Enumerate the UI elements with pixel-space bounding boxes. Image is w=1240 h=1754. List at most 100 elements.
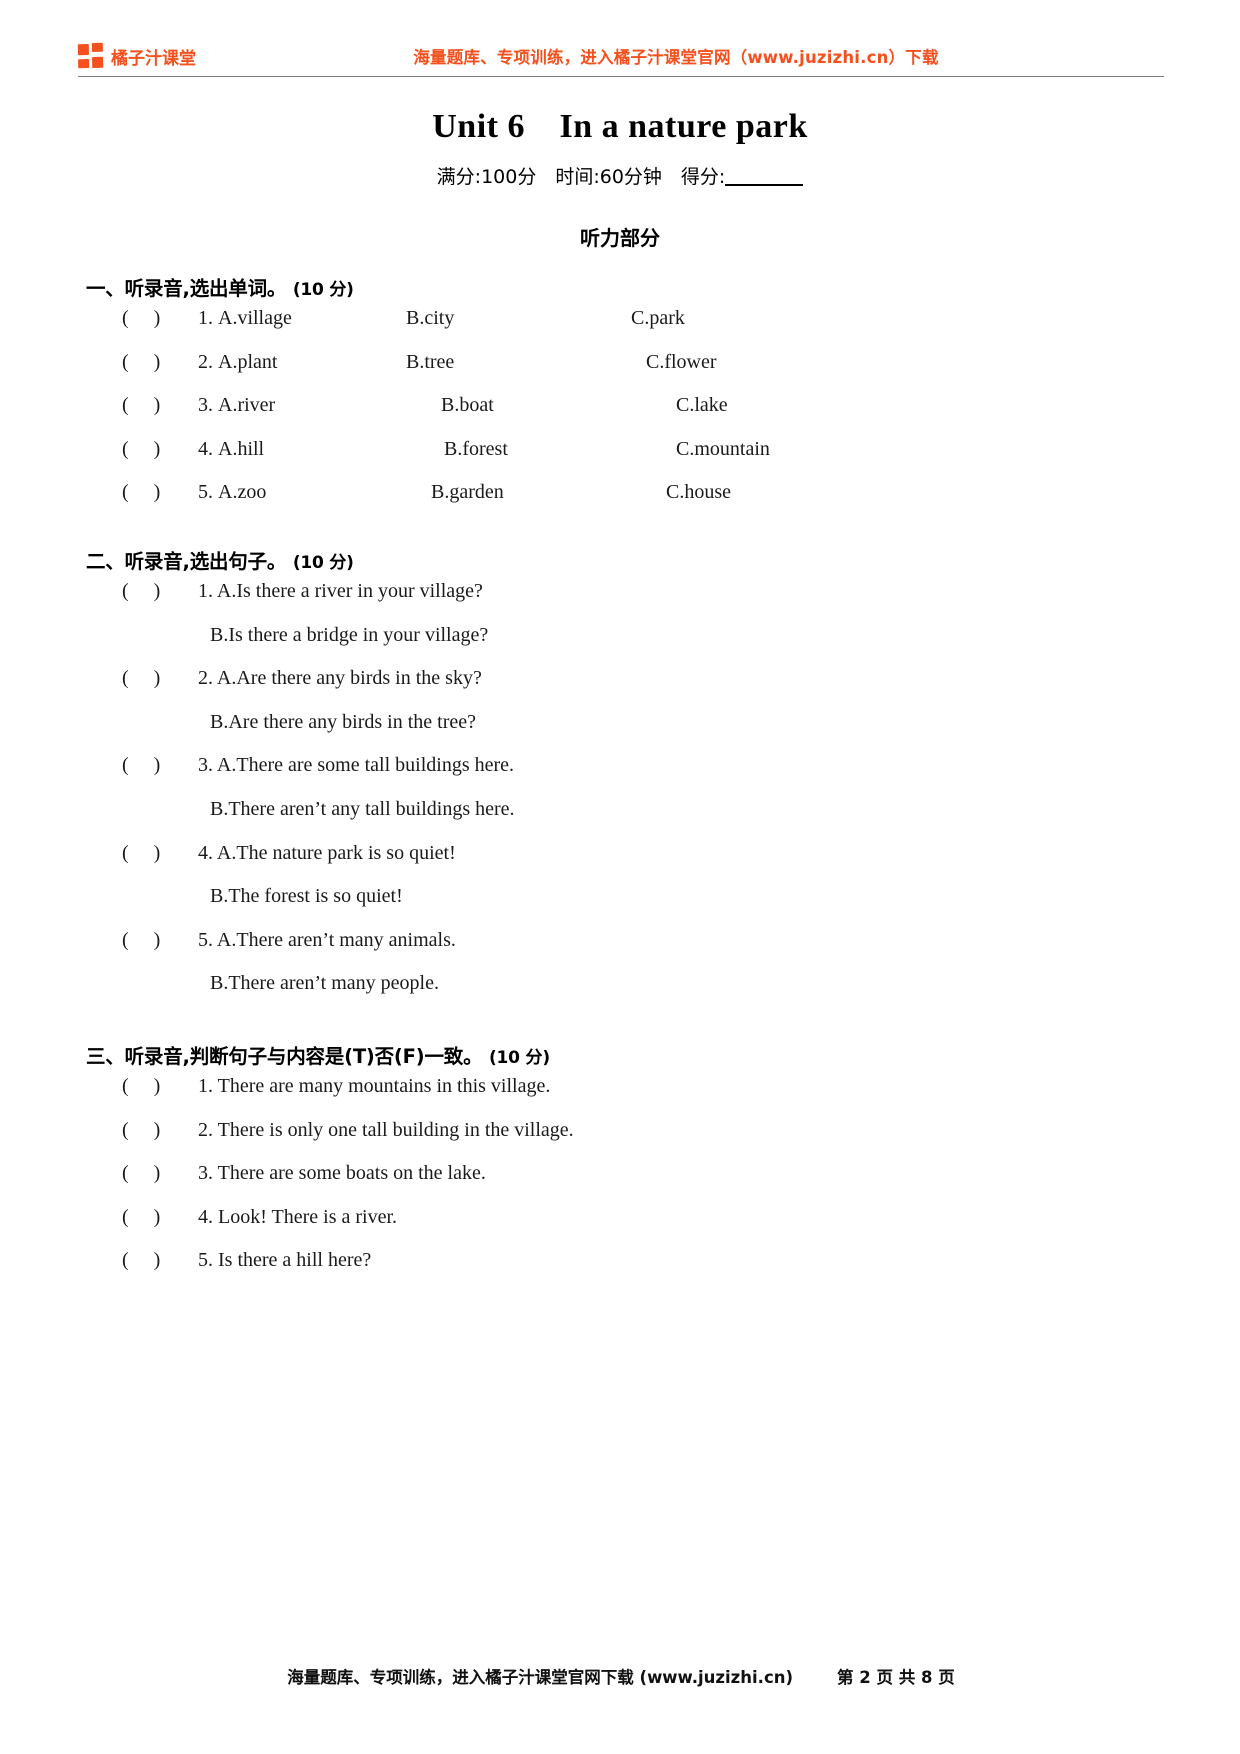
option-b[interactable]: B.forest	[444, 438, 508, 461]
answer-bracket[interactable]: ( )	[122, 929, 198, 952]
answer-bracket[interactable]: ( )	[122, 307, 198, 330]
option-b[interactable]: B.city	[406, 307, 454, 330]
option-b[interactable]: B.There aren’t any tall buildings here.	[210, 798, 515, 820]
question-row: ( ) 5. A.zoo B.garden C.house	[86, 481, 1156, 525]
statement-text: There is only one tall building in the v…	[217, 1118, 574, 1141]
section-heading: 二、听录音,选出句子。 (10 分)	[86, 545, 1156, 574]
statement-text: There are some boats on the lake.	[217, 1162, 486, 1185]
question-number: 1.	[198, 307, 213, 329]
exercise-content: 一、听录音,选出单词。 (10 分)( ) 1. A.village B.city C…	[86, 272, 1156, 1293]
answer-bracket[interactable]: ( )	[122, 754, 198, 777]
question-number: 3.	[198, 1162, 213, 1185]
section-score: (10 分)	[292, 280, 354, 300]
question-number: 2.	[198, 350, 213, 373]
answer-bracket[interactable]: ( )	[122, 667, 198, 690]
option-b[interactable]: B.The forest is so quiet!	[210, 885, 403, 907]
question-row: ( ) 3. There are some boats on the lake.	[86, 1162, 1156, 1206]
page-header: 橘子汁课堂 海量题库、专项训练，进入橘子汁课堂官网（www.juzizhi.cn…	[77, 30, 1162, 82]
section-heading: 一、听录音,选出单词。 (10 分)	[86, 272, 1156, 301]
section-heading-text: 三、听录音,判断句子与内容是(T)否(F)一致。	[86, 1044, 483, 1068]
header-divider	[78, 76, 1164, 77]
answer-bracket[interactable]: ( )	[122, 351, 198, 374]
option-a[interactable]: A.river	[218, 394, 275, 417]
option-a[interactable]: A.There aren’t many animals.	[217, 929, 456, 951]
option-a[interactable]: A.hill	[218, 438, 264, 461]
part-title: 听力部分	[580, 226, 660, 250]
statement-text: Is there a hill here?	[218, 1249, 372, 1272]
worksheet-page: 橘子汁课堂 海量题库、专项训练，进入橘子汁课堂官网（www.juzizhi.cn…	[0, 0, 1240, 1754]
question-row: ( ) 3. A.river B.boat C.lake	[86, 394, 1156, 438]
option-b[interactable]: B.boat	[441, 394, 494, 417]
answer-bracket[interactable]: ( )	[122, 580, 198, 603]
brand: 橘子汁课堂	[77, 42, 196, 69]
option-a[interactable]: A.village	[218, 307, 292, 330]
option-a[interactable]: A.The nature park is so quiet!	[217, 842, 456, 864]
brand-name: 橘子汁课堂	[111, 48, 196, 69]
section-heading-text: 二、听录音,选出句子。	[86, 549, 287, 573]
score-blank	[725, 184, 804, 186]
question-number: 5.	[198, 928, 213, 951]
question-number: 1.	[198, 1074, 213, 1097]
answer-bracket[interactable]: ( )	[122, 1249, 198, 1272]
option-c[interactable]: C.lake	[676, 394, 728, 417]
answer-bracket[interactable]: ( )	[122, 1075, 198, 1098]
answer-bracket[interactable]: ( )	[122, 1162, 198, 1185]
section-heading-text: 一、听录音,选出单词。	[86, 277, 287, 300]
option-a[interactable]: A.zoo	[218, 481, 266, 504]
section-score: (10 分)	[488, 1047, 550, 1068]
grid-squares-logo-icon	[77, 42, 104, 69]
question-number: 4.	[198, 841, 213, 864]
statement-text: Look! There is a river.	[218, 1205, 398, 1228]
question-row: ( ) 3. A.There are some tall buildings he…	[86, 754, 1156, 798]
question-number: 2.	[198, 1118, 213, 1141]
question-row: ( ) 4. A.hill B.forest C.mountain	[86, 438, 1156, 482]
option-a[interactable]: A.plant	[218, 351, 277, 374]
section-heading: 三、听录音,判断句子与内容是(T)否(F)一致。 (10 分)	[86, 1040, 1156, 1069]
option-b-row: B.There aren’t many people.	[86, 972, 1156, 1016]
question-row: ( ) 2. There is only one tall building in…	[86, 1119, 1156, 1163]
option-a[interactable]: A.There are some tall buildings here.	[217, 754, 514, 776]
option-b-row: B.There aren’t any tall buildings here.	[86, 798, 1156, 842]
option-c[interactable]: C.mountain	[676, 438, 770, 461]
answer-bracket[interactable]: ( )	[122, 1119, 198, 1142]
answer-bracket[interactable]: ( )	[122, 481, 198, 504]
option-a[interactable]: A.Are there any birds in the sky?	[217, 667, 482, 689]
header-promo-text: 海量题库、专项训练，进入橘子汁课堂官网（www.juzizhi.cn）下载	[413, 48, 939, 67]
option-b[interactable]: B.garden	[431, 481, 504, 504]
option-b-row: B.Is there a bridge in your village?	[86, 624, 1156, 668]
page-number: 第 2 页 共 8 页	[837, 1668, 955, 1687]
question-list: ( ) 1. There are many mountains in this v…	[86, 1075, 1156, 1293]
question-number: 3.	[198, 754, 213, 777]
option-b[interactable]: B.Are there any birds in the tree?	[210, 711, 476, 733]
option-c[interactable]: C.park	[631, 307, 685, 330]
answer-bracket[interactable]: ( )	[122, 394, 198, 417]
question-number: 4.	[198, 437, 213, 460]
option-b[interactable]: B.There aren’t many people.	[210, 972, 439, 994]
section-1: 一、听录音,选出单词。 (10 分)( ) 1. A.village B.city C…	[86, 272, 1156, 525]
page-title: Unit 6 In a nature park	[432, 108, 808, 145]
question-number: 5.	[198, 481, 213, 504]
option-b-row: B.The forest is so quiet!	[86, 885, 1156, 929]
question-row: ( ) 1. There are many mountains in this v…	[86, 1075, 1156, 1119]
question-row: ( ) 1. A.village B.city C.park	[86, 307, 1156, 351]
question-row: ( ) 1. A.Is there a river in your village…	[86, 580, 1156, 624]
question-row: ( ) 5. Is there a hill here?	[86, 1249, 1156, 1293]
question-list: ( ) 1. A.Is there a river in your village…	[86, 580, 1156, 1016]
option-c[interactable]: C.flower	[646, 351, 717, 374]
option-b-row: B.Are there any birds in the tree?	[86, 711, 1156, 755]
question-row: ( ) 4. Look! There is a river.	[86, 1206, 1156, 1250]
option-a[interactable]: A.Is there a river in your village?	[217, 580, 483, 602]
question-number: 2.	[198, 667, 213, 690]
question-number: 1.	[198, 579, 213, 602]
answer-bracket[interactable]: ( )	[122, 842, 198, 865]
option-b[interactable]: B.tree	[406, 351, 454, 374]
question-list: ( ) 1. A.village B.city C.park( ) 2. A.plant…	[86, 307, 1156, 525]
exam-meta-text: 满分:100分 时间:60分钟 得分:	[436, 166, 726, 188]
question-row: ( ) 5. A.There aren’t many animals.	[86, 929, 1156, 973]
option-c[interactable]: C.house	[666, 481, 731, 504]
section-2: 二、听录音,选出句子。 (10 分)( ) 1. A.Is there a riv…	[86, 545, 1156, 1016]
exam-meta: 满分:100分 时间:60分钟 得分:	[0, 162, 1240, 189]
answer-bracket[interactable]: ( )	[122, 438, 198, 461]
option-b[interactable]: B.Is there a bridge in your village?	[210, 624, 488, 646]
answer-bracket[interactable]: ( )	[122, 1206, 198, 1229]
